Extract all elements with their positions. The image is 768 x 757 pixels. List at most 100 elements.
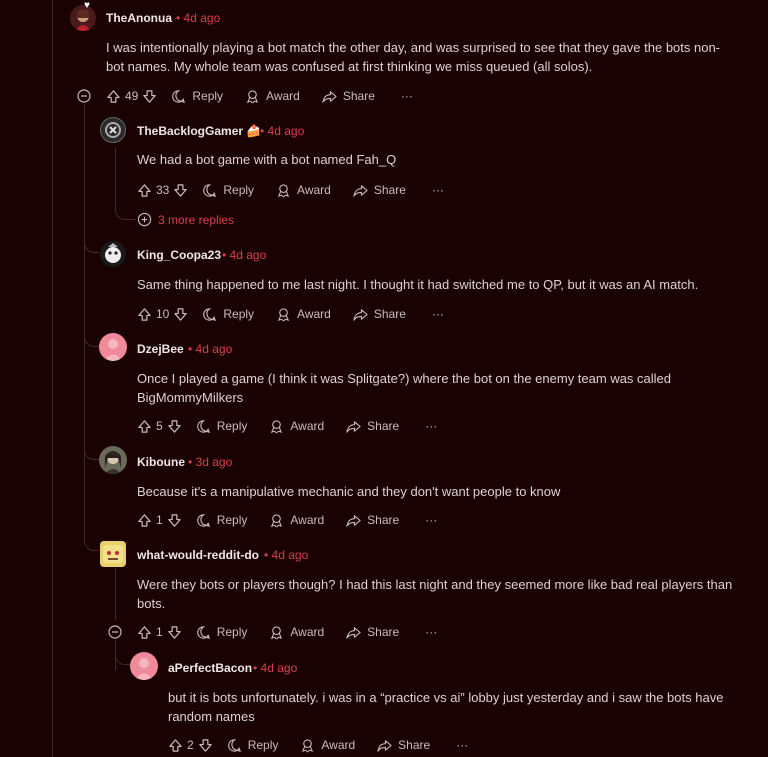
reply-button[interactable]: Reply: [227, 738, 278, 753]
upvote-button[interactable]: [137, 183, 152, 198]
avatar[interactable]: [70, 5, 96, 31]
share-button[interactable]: Share: [322, 89, 375, 104]
time-text: 3d ago: [195, 455, 233, 469]
comment-body: Once I played a game (I think it was Spl…: [137, 371, 672, 405]
more-options-button[interactable]: ···: [456, 738, 468, 752]
share-button[interactable]: Share: [346, 513, 399, 528]
downvote-icon: [167, 625, 181, 639]
timestamp[interactable]: • 4d ago: [264, 548, 308, 562]
more-replies-link[interactable]: 3 more replies: [137, 212, 234, 227]
reply-label: Reply: [223, 183, 255, 197]
share-button[interactable]: Share: [377, 738, 430, 753]
award-label: Award: [297, 307, 331, 321]
award-button[interactable]: Award: [276, 183, 331, 198]
award-icon: [271, 419, 283, 433]
reply-label: Reply: [216, 513, 248, 527]
more-options-button[interactable]: ···: [425, 625, 437, 639]
vote-count: 2: [187, 738, 194, 752]
more-options-button[interactable]: ···: [425, 419, 437, 433]
upvote-button[interactable]: [137, 419, 152, 434]
reply-label: Reply: [192, 89, 224, 103]
more-options-button[interactable]: ···: [432, 307, 444, 321]
share-label: Share: [373, 183, 406, 197]
share-button[interactable]: Share: [346, 419, 399, 434]
reply-button[interactable]: Reply: [202, 307, 254, 322]
award-button[interactable]: Award: [276, 307, 331, 322]
downvote-button[interactable]: [198, 738, 213, 753]
award-button[interactable]: Award: [269, 419, 324, 434]
username[interactable]: DzejBee: [137, 342, 184, 356]
share-icon: [353, 308, 368, 321]
avatar[interactable]: [99, 333, 127, 361]
share-label: Share: [398, 738, 431, 752]
reply-button[interactable]: Reply: [196, 513, 248, 528]
avatar[interactable]: [99, 446, 127, 474]
comment-actions: 1 Reply Award Share ···: [137, 510, 437, 530]
more-options-button[interactable]: ···: [401, 89, 413, 103]
share-icon: [346, 626, 361, 639]
share-button[interactable]: Share: [346, 625, 399, 640]
username[interactable]: King_Coopa23: [137, 248, 221, 262]
comment-body: but it is bots unfortunately. i was in a…: [168, 690, 724, 724]
downvote-button[interactable]: [167, 419, 182, 434]
downvote-icon: [143, 89, 157, 103]
downvote-button[interactable]: [173, 307, 188, 322]
thread-branch: [115, 205, 136, 220]
username[interactable]: Kiboune: [137, 455, 185, 469]
reply-button[interactable]: Reply: [196, 625, 248, 640]
heart-badge-icon: ♥: [84, 0, 90, 11]
award-button[interactable]: Award: [300, 738, 355, 753]
share-label: Share: [367, 419, 400, 433]
reply-label: Reply: [216, 625, 248, 639]
plus-circle-icon: [137, 212, 152, 227]
thread-branch: [84, 238, 99, 253]
collapse-icon[interactable]: [77, 89, 91, 103]
username[interactable]: TheAnonua: [106, 11, 172, 25]
vote-count: 49: [125, 89, 139, 103]
award-button[interactable]: Award: [269, 513, 324, 528]
comment-actions: 1 Reply Award Share ···: [137, 622, 437, 642]
downvote-button[interactable]: [142, 89, 157, 104]
collapse-icon[interactable]: [108, 625, 122, 639]
downvote-icon: [198, 738, 212, 752]
upvote-icon: [138, 307, 151, 321]
time-text: 4d ago: [183, 11, 221, 25]
share-button[interactable]: Share: [353, 307, 406, 322]
award-label: Award: [266, 89, 300, 103]
downvote-icon: [167, 513, 181, 527]
award-button[interactable]: Award: [269, 625, 324, 640]
thread-branch: [84, 445, 99, 460]
reply-button[interactable]: Reply: [171, 89, 223, 104]
timestamp[interactable]: • 4d ago: [260, 124, 304, 138]
share-button[interactable]: Share: [353, 183, 406, 198]
more-options-button[interactable]: ···: [425, 513, 437, 527]
upvote-button[interactable]: [137, 513, 152, 528]
share-icon: [346, 420, 361, 433]
more-options-button[interactable]: ···: [432, 183, 444, 197]
avatar[interactable]: [100, 541, 126, 567]
username[interactable]: aPerfectBacon: [168, 661, 252, 675]
timestamp[interactable]: • 4d ago: [253, 661, 297, 675]
reply-button[interactable]: Reply: [196, 419, 247, 434]
upvote-button[interactable]: [168, 738, 183, 753]
avatar[interactable]: [130, 652, 158, 680]
timestamp[interactable]: • 4d ago: [176, 11, 220, 25]
username[interactable]: TheBacklogGamer 🍰: [137, 124, 261, 138]
timestamp[interactable]: • 4d ago: [222, 248, 266, 262]
avatar[interactable]: [100, 241, 126, 267]
avatar[interactable]: [100, 117, 126, 143]
upvote-button[interactable]: [106, 89, 121, 104]
timestamp[interactable]: • 3d ago: [188, 455, 232, 469]
downvote-button[interactable]: [167, 625, 182, 640]
timestamp[interactable]: • 4d ago: [188, 342, 232, 356]
downvote-button[interactable]: [173, 183, 188, 198]
vote-count: 33: [156, 183, 170, 197]
downvote-button[interactable]: [167, 513, 182, 528]
reply-button[interactable]: Reply: [202, 183, 254, 198]
upvote-button[interactable]: [137, 625, 152, 640]
downvote-icon: [174, 307, 188, 321]
upvote-icon: [169, 738, 182, 752]
award-button[interactable]: Award: [245, 89, 300, 104]
upvote-button[interactable]: [137, 307, 152, 322]
username[interactable]: what-would-reddit-do: [137, 548, 259, 562]
